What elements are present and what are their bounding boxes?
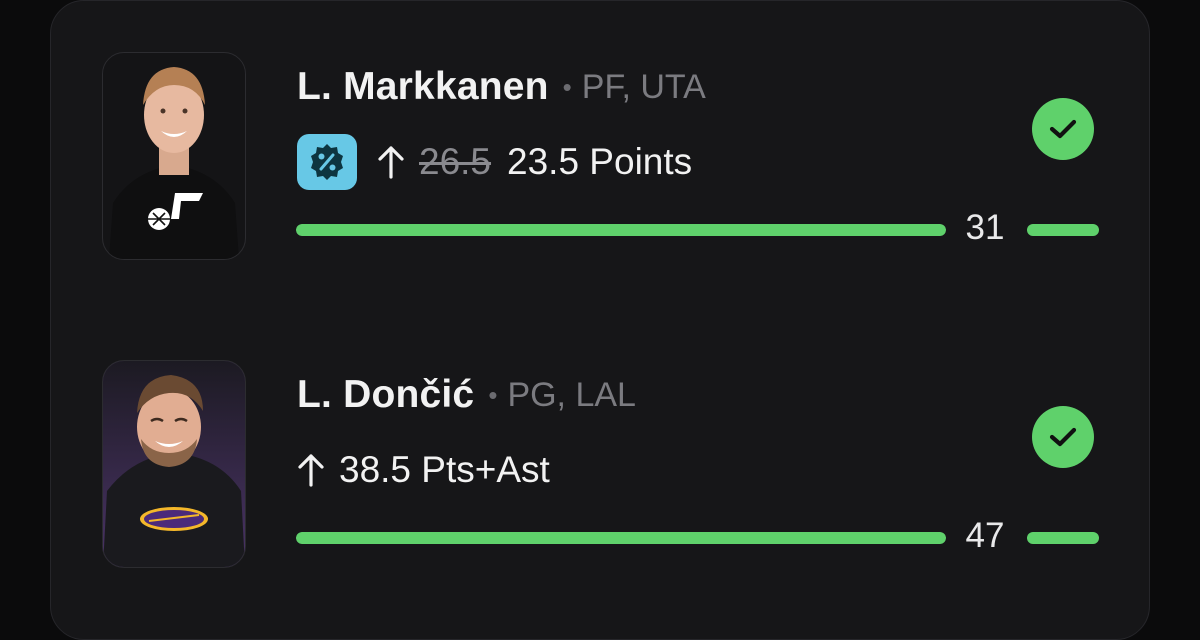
separator-dot: •	[562, 71, 572, 102]
actual-stat-value: 31	[965, 208, 1005, 247]
pick-row-markkanen[interactable]: L. Markkanen • PF, UTA 26.5 23.5 Points …	[0, 0, 1200, 260]
prop-line-value: 38.5 Pts+Ast	[339, 449, 550, 490]
player-name: L. Markkanen	[297, 65, 549, 108]
player-name: L. Dončić	[297, 373, 475, 416]
separator-dot: •	[488, 379, 498, 410]
progress-bar-tail	[1027, 224, 1099, 236]
original-line-value: 26.5	[419, 141, 492, 182]
player-header: L. Markkanen • PF, UTA	[297, 62, 706, 112]
player-header: L. Dončić • PG, LAL	[297, 370, 636, 420]
percent-badge-icon[interactable]	[297, 134, 357, 190]
prop-line-value: 23.5 Points	[507, 141, 693, 182]
arrow-up-icon	[377, 144, 405, 180]
prop-line: 38.5 Pts+Ast	[297, 442, 550, 498]
progress-bar-fill	[296, 532, 946, 544]
progress-bar	[296, 532, 946, 544]
progress-bar-fill	[296, 224, 946, 236]
prop-line: 26.5 23.5 Points	[297, 134, 692, 190]
progress-bar-tail	[1027, 532, 1099, 544]
lakers-logo-icon	[140, 507, 208, 531]
actual-stat-value: 47	[965, 516, 1005, 555]
check-icon	[1032, 98, 1094, 160]
pick-row-doncic[interactable]: L. Dončić • PG, LAL 38.5 Pts+Ast 47	[0, 308, 1200, 568]
arrow-up-icon	[297, 452, 325, 488]
progress-bar	[296, 224, 946, 236]
check-icon	[1032, 406, 1094, 468]
position-team: PF, UTA	[581, 67, 706, 106]
player-avatar	[102, 360, 246, 568]
player-avatar	[102, 52, 246, 260]
position-team: PG, LAL	[507, 375, 636, 414]
